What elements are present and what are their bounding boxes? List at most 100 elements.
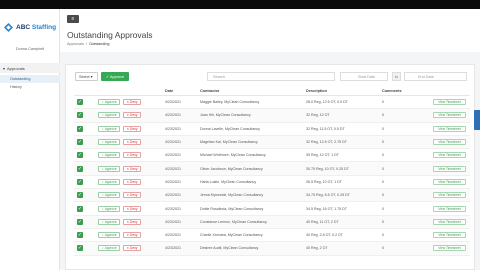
table-row: ✓ ✓ Approve ✕ Deny 4/23/2021 Magellan Ka… — [74, 135, 470, 150]
cell-description: 40 Reg, 2.8 OT, 0.2 DT — [306, 233, 343, 238]
cell-date: 4/23/2021 — [165, 193, 181, 198]
cell-comments: 0 — [382, 193, 384, 198]
deny-button[interactable]: ✕ Deny — [123, 178, 141, 185]
approve-button[interactable]: ✓ Approve — [98, 178, 120, 185]
view-timesheet-button[interactable]: View Timesheet — [433, 245, 466, 252]
nav-section-label: Approvals — [7, 65, 25, 71]
approve-button[interactable]: ✓ Approve — [98, 125, 120, 132]
approve-button[interactable]: ✓ Approve — [98, 165, 120, 172]
approve-button[interactable]: ✓ Approve — [98, 152, 120, 159]
search-input[interactable]: Search — [207, 72, 335, 81]
deny-button[interactable]: ✕ Deny — [123, 125, 141, 132]
breadcrumb-separator: / — [85, 42, 87, 46]
cell-date: 4/23/2021 — [165, 153, 181, 158]
cell-comments: 0 — [382, 153, 384, 158]
cell-contractor: Donna Lavelle, MyClean Consultancy — [200, 126, 260, 131]
cell-contractor: Maggie Bailey, MyClean Consultancy — [200, 100, 260, 105]
deny-button[interactable]: ✕ Deny — [123, 245, 141, 252]
view-timesheet-button[interactable]: View Timesheet — [433, 218, 466, 225]
cell-contractor: Charlie Xiomara, MyClean Consultancy — [200, 233, 263, 238]
cell-date: 4/23/2021 — [165, 246, 181, 251]
cell-contractor: Magellan Kai, MyClean Consultancy — [200, 140, 258, 145]
cell-comments: 0 — [382, 100, 384, 105]
breadcrumb-approvals[interactable]: Approvals — [67, 42, 84, 46]
view-timesheet-button[interactable]: View Timesheet — [433, 232, 466, 239]
chevron-down-icon: ▾ — [3, 65, 6, 71]
table-row: ✓ ✓ Approve ✕ Deny 4/23/2021 Desiree Aud… — [74, 242, 470, 256]
table-row: ✓ ✓ Approve ✕ Deny 4/23/2021 Dottie Rosa… — [74, 202, 470, 216]
cell-date: 4/23/2021 — [165, 219, 181, 224]
view-timesheet-button[interactable]: View Timesheet — [433, 125, 466, 132]
approve-button[interactable]: ✓ Approve — [98, 232, 120, 239]
row-checkbox[interactable]: ✓ — [77, 99, 83, 106]
cell-contractor: Oliver Jacobson, MyClean Consultancy — [200, 166, 263, 171]
view-timesheet-button[interactable]: View Timesheet — [433, 99, 466, 106]
row-checkbox[interactable]: ✓ — [77, 205, 83, 212]
approve-button[interactable]: ✓ Approve — [98, 192, 120, 199]
cell-date: 4/23/2021 — [165, 166, 181, 171]
bulk-approve-button[interactable]: ✓ Approve — [101, 72, 129, 81]
deny-button[interactable]: ✕ Deny — [123, 152, 141, 159]
deny-button[interactable]: ✕ Deny — [123, 99, 141, 106]
deny-button[interactable]: ✕ Deny — [123, 192, 141, 199]
row-checkbox[interactable]: ✓ — [77, 165, 83, 172]
nav-section-approvals[interactable]: ▾ Approvals — [0, 63, 60, 73]
row-checkbox[interactable]: ✓ — [77, 112, 83, 119]
approve-button[interactable]: ✓ Approve — [98, 139, 120, 146]
row-checkbox[interactable]: ✓ — [77, 152, 83, 159]
table-row: ✓ ✓ Approve ✕ Deny 4/23/2021 Maggie Bail… — [74, 96, 470, 110]
brand[interactable]: ABC Staffing — [4, 20, 56, 34]
bulk-select-dropdown[interactable]: Select ▾ — [75, 72, 98, 81]
approve-button[interactable]: ✓ Approve — [98, 112, 120, 119]
approve-button[interactable]: ✓ Approve — [98, 205, 120, 212]
deny-button[interactable]: ✕ Deny — [123, 205, 141, 212]
feedback-tab[interactable] — [474, 110, 480, 130]
sidebar-item-outstanding[interactable]: Outstanding — [0, 75, 60, 83]
view-timesheet-button[interactable]: View Timesheet — [433, 165, 466, 172]
view-timesheet-button[interactable]: View Timesheet — [433, 139, 466, 146]
table-row: ✓ ✓ Approve ✕ Deny 4/23/2021 Joan Hill, … — [74, 109, 470, 123]
deny-button[interactable]: ✕ Deny — [123, 218, 141, 225]
view-timesheet-button[interactable]: View Timesheet — [433, 152, 466, 159]
row-checkbox[interactable]: ✓ — [77, 125, 83, 132]
cell-contractor: Harla Lustin, MyClean Consultancy — [200, 179, 257, 184]
deny-button[interactable]: ✕ Deny — [123, 112, 141, 119]
row-checkbox[interactable]: ✓ — [77, 178, 83, 185]
deny-button[interactable]: ✕ Deny — [123, 165, 141, 172]
cell-comments: 0 — [382, 179, 384, 184]
column-header-comments[interactable]: Comments — [382, 89, 402, 93]
top-bar — [0, 0, 480, 9]
cell-description: 30.75 Reg, 10 OT, 0.25 DT — [306, 166, 349, 171]
row-checkbox[interactable]: ✓ — [77, 245, 83, 252]
sidebar-item-history[interactable]: History — [0, 83, 60, 91]
deny-button[interactable]: ✕ Deny — [123, 139, 141, 146]
column-header-contractor[interactable]: Contractor — [200, 89, 219, 93]
cell-description: 32 Reg, 12 OT — [306, 113, 330, 118]
view-timesheet-button[interactable]: View Timesheet — [433, 112, 466, 119]
menu-toggle-button[interactable]: ≡ — [67, 15, 79, 23]
column-header-description[interactable]: Description — [306, 89, 327, 93]
view-timesheet-button[interactable]: View Timesheet — [433, 205, 466, 212]
cell-comments: 0 — [382, 166, 384, 171]
cell-comments: 0 — [382, 219, 384, 224]
column-header-date[interactable]: Date — [165, 89, 173, 93]
row-checkbox[interactable]: ✓ — [77, 232, 83, 239]
row-checkbox[interactable]: ✓ — [77, 218, 83, 225]
view-timesheet-button[interactable]: View Timesheet — [433, 178, 466, 185]
view-timesheet-button[interactable]: View Timesheet — [433, 192, 466, 199]
cell-description: 39 Reg, 12 OT, 1 DT — [306, 153, 339, 158]
deny-button[interactable]: ✕ Deny — [123, 232, 141, 239]
row-checkbox[interactable]: ✓ — [77, 139, 83, 146]
start-date-input[interactable]: Start Date — [340, 72, 388, 81]
table-row: ✓ ✓ Approve ✕ Deny 4/23/2021 Michael Whi… — [74, 149, 470, 163]
user-name[interactable]: Donna Campbell — [0, 47, 60, 51]
approve-button[interactable]: ✓ Approve — [98, 99, 120, 106]
row-checkbox[interactable]: ✓ — [77, 192, 83, 199]
cell-comments: 0 — [382, 126, 384, 131]
end-date-input[interactable]: End Date — [404, 72, 467, 81]
table-row: ✓ ✓ Approve ✕ Deny 4/23/2021 Oliver Jaco… — [74, 162, 470, 176]
cell-contractor: Joan Hill, MyClean Consultancy — [200, 113, 251, 118]
approve-button[interactable]: ✓ Approve — [98, 218, 120, 225]
cell-description: 40 Reg, 11 OT, 2 DT — [306, 219, 339, 224]
approve-button[interactable]: ✓ Approve — [98, 245, 120, 252]
